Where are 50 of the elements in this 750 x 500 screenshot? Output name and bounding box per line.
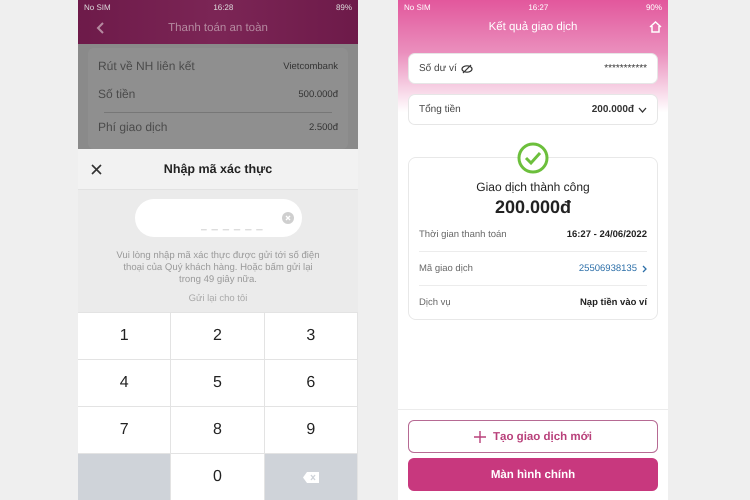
keypad-key[interactable]: 4 <box>78 359 172 406</box>
screen-title: Kết quả giao dịch <box>488 21 578 33</box>
keypad-key[interactable]: 9 <box>264 406 358 453</box>
total-dropdown[interactable]: Tổng tiền 200.000đ <box>408 94 658 125</box>
chevron-icon <box>642 264 647 272</box>
keypad-key[interactable]: 7 <box>78 406 172 453</box>
summary-label: Rút về NH liên kết <box>98 59 195 73</box>
clock-text: 16:27 <box>528 3 548 13</box>
battery-text: 90% <box>646 3 662 13</box>
clock-text: 16:28 <box>213 3 234 13</box>
summary-label: Số tiền <box>98 87 136 101</box>
amount-text: 200.000đ <box>494 197 572 218</box>
detail-label: Mã giao dịch <box>419 263 473 274</box>
keypad-key[interactable]: 6 <box>264 359 358 406</box>
success-check-icon <box>517 142 549 174</box>
code-field[interactable]: _ _ _ _ _ _ <box>134 199 302 237</box>
backspace-icon <box>302 472 319 482</box>
hint-text: Vui lòng nhập mã xác thực được gửi tới số điện thoại của Quý khách hàng. Hoặc bấm gửi lại trong 49 giây nữa. <box>115 250 321 286</box>
detail-label: Thời gian thanh toán <box>419 229 507 240</box>
total-value: 200.000đ <box>592 104 634 115</box>
summary-value: 2.500đ <box>308 122 338 132</box>
keypad-key[interactable]: 3 <box>264 312 358 359</box>
balance-label: Số dư ví <box>419 63 457 74</box>
back-icon[interactable] <box>96 22 104 34</box>
carrier-text: No SIM <box>404 3 431 13</box>
keypad-key[interactable]: 1 <box>78 312 172 359</box>
battery-text: 89% <box>336 3 352 13</box>
carrier-text: No SIM <box>84 3 111 13</box>
keypad-key[interactable]: 8 <box>171 406 265 453</box>
summary-value: Vietcombank <box>283 60 338 72</box>
detail-label: Dịch vụ <box>419 297 451 308</box>
home-screen-button[interactable]: Màn hình chính <box>408 458 658 491</box>
screen-title: Thanh toán an toàn <box>168 22 268 34</box>
status-text: Giao dịch thành công <box>476 180 590 194</box>
summary-label: Phí giao dịch <box>98 120 168 134</box>
balance-value: *********** <box>604 63 647 74</box>
plus-icon <box>474 430 486 442</box>
keypad-key[interactable]: 5 <box>171 359 265 406</box>
detail-value: 16:27 - 24/06/2022 <box>566 229 647 240</box>
detail-value: Nạp tiền vào ví <box>580 297 647 308</box>
sheet-title: Nhập mã xác thực <box>164 162 272 176</box>
transaction-id-link[interactable]: 25506938135 <box>578 263 647 274</box>
hidden-eye-icon[interactable] <box>460 64 473 74</box>
keypad-key[interactable]: 2 <box>171 312 265 359</box>
new-transaction-button[interactable]: Tạo giao dịch mới <box>408 420 658 453</box>
total-label: Tổng tiền <box>419 104 461 115</box>
close-icon[interactable] <box>91 164 102 174</box>
keypad-key[interactable]: 0 <box>171 453 265 500</box>
summary-value: 500.000đ <box>298 88 338 100</box>
home-icon[interactable] <box>649 21 662 33</box>
